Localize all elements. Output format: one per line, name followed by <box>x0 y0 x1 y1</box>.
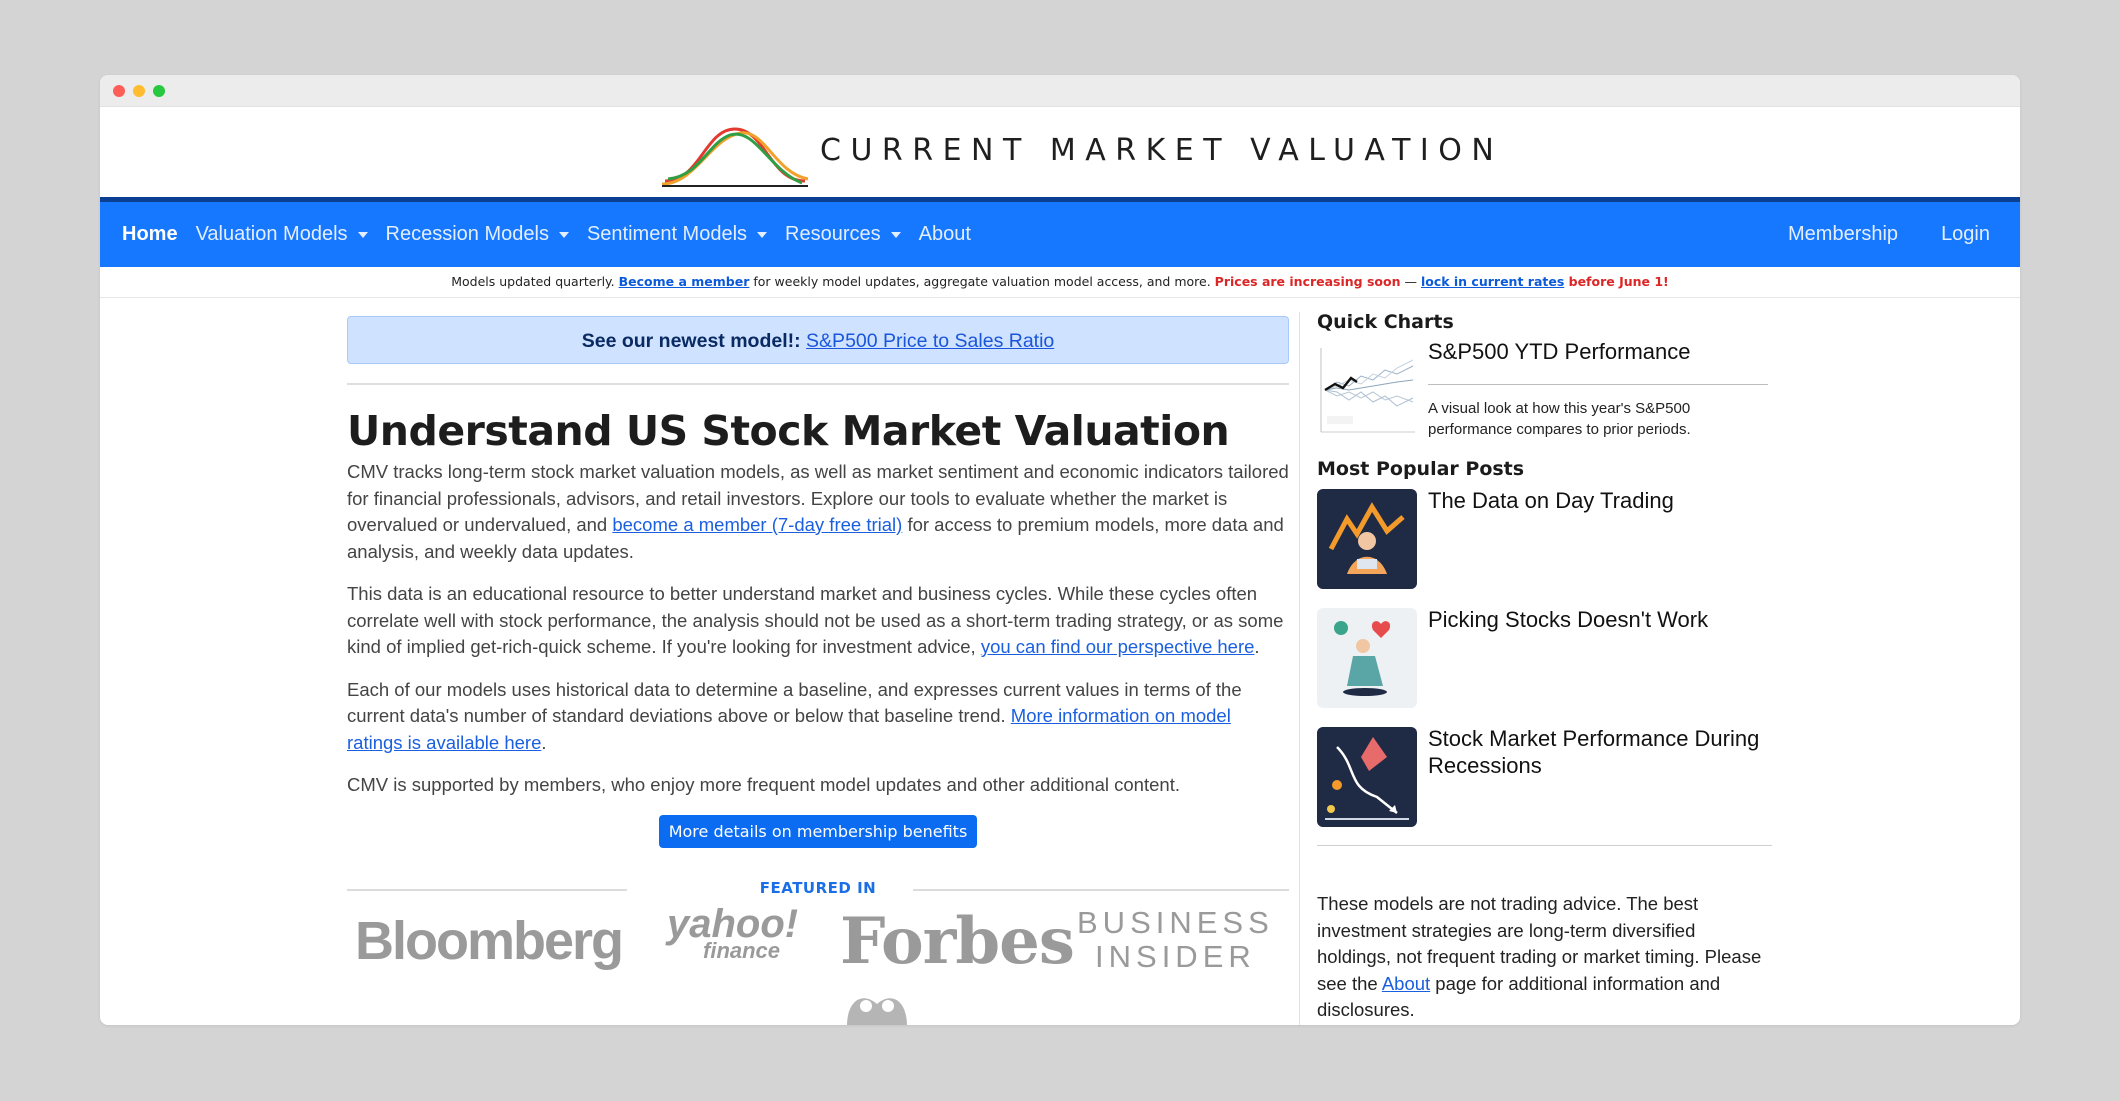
media-logo-icon <box>847 997 907 1025</box>
models-text-end: . <box>541 731 547 753</box>
ytd-chart-thumbnail[interactable] <box>1317 340 1417 440</box>
nav-login[interactable]: Login <box>1941 223 1990 246</box>
newest-model-link[interactable]: S&P500 Price to Sales Ratio <box>806 330 1054 352</box>
lock-rates-link[interactable]: lock in current rates <box>1421 274 1564 289</box>
banner-label: See our newest model!: <box>581 330 801 352</box>
main-navbar: Home Valuation Models Recession Models S… <box>100 197 2020 267</box>
members-paragraph: CMV is supported by members, who enjoy m… <box>347 774 1180 795</box>
nav-home[interactable]: Home <box>122 223 178 246</box>
nav-resources-label: Resources <box>785 223 881 245</box>
dropdown-caret-icon <box>890 231 901 238</box>
education-text-end: . <box>1254 636 1260 657</box>
notice-deadline: before June 1! <box>1564 274 1669 289</box>
forbes-logo: Forbes <box>840 903 1075 979</box>
bloomberg-logo: Bloomberg <box>355 910 624 971</box>
notice-middle: for weekly model updates, aggregate valu… <box>749 274 1215 289</box>
models-paragraph: Each of our models uses historical data … <box>347 677 1289 757</box>
free-trial-link[interactable]: become a member (7-day free trial) <box>612 514 902 535</box>
popular-posts-title: Most Popular Posts <box>1317 458 1525 480</box>
nav-login-label: Login <box>1941 223 1990 245</box>
button-wrap: More details on membership benefits <box>347 814 1289 848</box>
quick-chart-card[interactable]: S&P500 YTD Performance A visual look at … <box>1317 338 1777 458</box>
about-link[interactable]: About <box>1382 973 1430 994</box>
quick-charts-title: Quick Charts <box>1317 311 1454 333</box>
perspective-link[interactable]: you can find our perspective here <box>981 636 1255 657</box>
nav-valuation-models-label: Valuation Models <box>195 223 348 245</box>
bi-logo-line2: INSIDER <box>1095 938 1256 974</box>
browser-window: CURRENT MARKET VALUATION Home Valuation … <box>100 75 2020 1025</box>
nav-recession-models-label: Recession Models <box>385 223 549 245</box>
close-window-icon[interactable] <box>113 85 125 97</box>
press-logos: Bloomberg yahoo! finance Forbes BUSINESS I… <box>347 903 1289 1025</box>
education-paragraph: This data is an educational resource to … <box>347 581 1289 661</box>
sidebar-divider <box>1299 312 1300 1025</box>
membership-benefits-button[interactable]: More details on membership benefits <box>658 814 978 848</box>
notice-bar: Models updated quarterly. Become a membe… <box>100 267 2020 298</box>
quick-chart-desc: A visual look at how this year's S&P500 … <box>1428 400 1691 438</box>
newest-model-banner: See our newest model!: S&P500 Price to S… <box>347 316 1289 364</box>
divider <box>347 383 1289 385</box>
post-item[interactable]: Stock Market Performance During Recessio… <box>1317 725 1777 827</box>
yahoo-finance-logo: yahoo! finance <box>667 904 798 962</box>
post-title[interactable]: Stock Market Performance During Recessio… <box>1428 725 1768 779</box>
nav-about[interactable]: About <box>919 223 971 246</box>
maximize-window-icon[interactable] <box>153 85 165 97</box>
nav-left-group: Home Valuation Models Recession Models S… <box>122 202 989 267</box>
nav-about-label: About <box>918 223 971 245</box>
notice-prefix: Models updated quarterly. <box>451 274 619 289</box>
recession-performance-thumbnail[interactable] <box>1317 727 1417 827</box>
dropdown-caret-icon <box>757 231 768 238</box>
post-item[interactable]: Picking Stocks Doesn't Work <box>1317 606 1777 708</box>
picking-stocks-thumbnail[interactable] <box>1317 608 1417 708</box>
dropdown-caret-icon <box>558 231 569 238</box>
business-insider-logo: BUSINESS INSIDER <box>1077 904 1274 974</box>
main-column: See our newest model!: S&P500 Price to S… <box>347 296 1289 1025</box>
page-title: Understand US Stock Market Valuation <box>347 407 1230 455</box>
price-warning: Prices are increasing soon <box>1214 274 1401 289</box>
nav-recession-models[interactable]: Recession Models <box>386 223 569 246</box>
nav-membership-label: Membership <box>1788 223 1899 245</box>
site-logo-text[interactable]: CURRENT MARKET VALUATION <box>820 133 1503 168</box>
nav-right-group: Membership Login <box>1745 202 1990 267</box>
featured-in-label: FEATURED IN <box>759 878 877 897</box>
bell-curve-logo-icon[interactable] <box>660 121 810 187</box>
day-trading-thumbnail[interactable] <box>1317 489 1417 589</box>
nav-membership[interactable]: Membership <box>1788 223 1898 246</box>
sidebar: Quick Charts S&P500 YTD Performance A vi <box>1317 296 1777 1024</box>
nav-valuation-models[interactable]: Valuation Models <box>196 223 368 246</box>
post-title[interactable]: The Data on Day Trading <box>1428 487 1768 514</box>
intro-paragraph: CMV tracks long-term stock market valuat… <box>347 459 1289 565</box>
window-titlebar <box>100 75 2020 107</box>
become-member-link[interactable]: Become a member <box>619 274 750 289</box>
featured-in-header: FEATURED IN <box>347 874 1289 904</box>
disclaimer: These models are not trading advice. The… <box>1317 891 1767 1024</box>
page-content: See our newest model!: S&P500 Price to S… <box>100 296 2020 1025</box>
site-header: CURRENT MARKET VALUATION <box>100 107 2020 197</box>
nav-sentiment-models-label: Sentiment Models <box>586 223 748 245</box>
notice-dash: — <box>1400 274 1421 289</box>
nav-home-label: Home <box>122 223 178 245</box>
minimize-window-icon[interactable] <box>133 85 145 97</box>
nav-sentiment-models[interactable]: Sentiment Models <box>586 223 768 246</box>
bi-logo-line1: BUSINESS <box>1077 904 1274 940</box>
dropdown-caret-icon <box>357 231 368 238</box>
post-title[interactable]: Picking Stocks Doesn't Work <box>1428 606 1768 633</box>
quick-chart-rule <box>1428 384 1768 385</box>
quick-chart-title[interactable]: S&P500 YTD Performance <box>1428 338 1768 365</box>
sidebar-rule <box>1317 845 1772 846</box>
nav-resources[interactable]: Resources <box>785 223 901 246</box>
post-item[interactable]: The Data on Day Trading <box>1317 487 1777 589</box>
